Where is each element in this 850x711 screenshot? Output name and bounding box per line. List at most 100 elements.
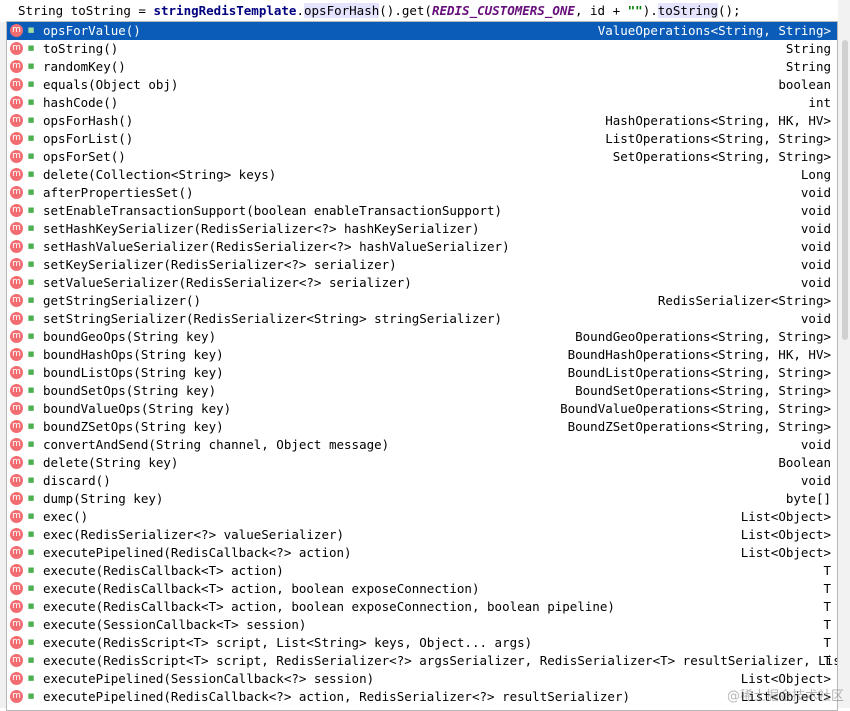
code-text: . — [296, 3, 304, 18]
completion-item[interactable]: m ■ getStringSerializer() RedisSerializer<S… — [7, 292, 837, 310]
public-visibility-icon: ■ — [27, 242, 35, 250]
completion-signature: setValueSerializer(RedisSerializer<?> se… — [43, 275, 412, 290]
completion-item[interactable]: m ■ execute(RedisScript<T> script, RedisSe… — [7, 652, 837, 670]
code-method: toString — [657, 3, 718, 18]
completion-signature: boundSetOps(String key) — [43, 383, 217, 398]
method-icon: m — [10, 60, 23, 73]
completion-return-type: BoundValueOperations<String, String> — [560, 401, 831, 416]
code-text: String toString = — [18, 3, 154, 18]
method-icon: m — [10, 618, 23, 631]
code-text: ().get( — [379, 3, 432, 18]
completion-item[interactable]: m ■ opsForList() ListOperations<String, Str… — [7, 130, 837, 148]
completion-item[interactable]: m ■ randomKey() String — [7, 58, 837, 76]
public-visibility-icon: ■ — [27, 26, 35, 34]
completion-signature: opsForHash() — [43, 113, 134, 128]
completion-signature: exec() — [43, 509, 89, 524]
completion-item[interactable]: m ■ execute(RedisScript<T> script, List<St… — [7, 634, 837, 652]
method-icon: m — [10, 636, 23, 649]
completion-item[interactable]: m ■ boundHashOps(String key) BoundHashOpera… — [7, 346, 837, 364]
public-visibility-icon: ■ — [27, 314, 35, 322]
completion-item[interactable]: m ■ opsForHash() HashOperations<String, HK,… — [7, 112, 837, 130]
method-icon: m — [10, 294, 23, 307]
completion-item[interactable]: m ■ setHashValueSerializer(RedisSerializer… — [7, 238, 837, 256]
public-visibility-icon: ■ — [27, 422, 35, 430]
public-visibility-icon: ■ — [27, 476, 35, 484]
method-icon: m — [10, 132, 23, 145]
public-visibility-icon: ■ — [27, 638, 35, 646]
completion-signature: equals(Object obj) — [43, 77, 179, 92]
completion-item[interactable]: m ■ opsForValue() ValueOperations<String, S… — [7, 22, 837, 40]
completion-item[interactable]: m ■ delete(String key) Boolean — [7, 454, 837, 472]
completion-item[interactable]: m ■ equals(Object obj) boolean — [7, 76, 837, 94]
completion-item[interactable]: m ■ execute(RedisCallback<T> action) T — [7, 562, 837, 580]
completion-item[interactable]: m ■ boundSetOps(String key) BoundSetOperati… — [7, 382, 837, 400]
completion-signature: setKeySerializer(RedisSerializer<?> seri… — [43, 257, 397, 272]
completion-signature: setEnableTransactionSupport(boolean enab… — [43, 203, 503, 218]
completion-return-type: boolean — [778, 77, 831, 92]
completion-item[interactable]: m ■ executePipelined(SessionCallback<?> se… — [7, 670, 837, 688]
completion-item[interactable]: m ■ exec() List<Object> — [7, 508, 837, 526]
method-icon: m — [10, 420, 23, 433]
completion-signature: boundValueOps(String key) — [43, 401, 232, 416]
method-icon: m — [10, 384, 23, 397]
completion-return-type: ValueOperations<String, String> — [597, 23, 831, 38]
completion-signature: executePipelined(RedisCallback<?> action… — [43, 545, 352, 560]
completion-item[interactable]: m ■ boundListOps(String key) BoundListOpera… — [7, 364, 837, 382]
completion-signature: setHashValueSerializer(RedisSerializer<?… — [43, 239, 510, 254]
completion-signature: toString() — [43, 41, 119, 56]
scrollbar-thumb[interactable] — [842, 40, 848, 340]
public-visibility-icon: ■ — [27, 332, 35, 340]
completion-item[interactable]: m ■ execute(RedisCallback<T> action, boole… — [7, 580, 837, 598]
completion-return-type: void — [800, 275, 831, 290]
completion-return-type: T — [823, 599, 831, 614]
completion-item[interactable]: m ■ executePipelined(RedisCallback<?> acti… — [7, 544, 837, 562]
completion-item[interactable]: m ■ setStringSerializer(RedisSerializer<St… — [7, 310, 837, 328]
completion-item[interactable]: m ■ exec(RedisSerializer<?> valueSerialize… — [7, 526, 837, 544]
completion-return-type: BoundHashOperations<String, HK, HV> — [567, 347, 831, 362]
method-icon: m — [10, 150, 23, 163]
public-visibility-icon: ■ — [27, 458, 35, 466]
completion-item[interactable]: m ■ setValueSerializer(RedisSerializer<?> … — [7, 274, 837, 292]
completion-item[interactable]: m ■ toString() String — [7, 40, 837, 58]
completion-signature: delete(String key) — [43, 455, 179, 470]
completion-item[interactable]: m ■ execute(RedisCallback<T> action, boole… — [7, 598, 837, 616]
completion-item[interactable]: m ■ boundZSetOps(String key) BoundZSetOpera… — [7, 418, 837, 436]
completion-signature: setHashKeySerializer(RedisSerializer<?> … — [43, 221, 480, 236]
code-method: opsForHash — [304, 3, 380, 18]
code-text: , id + — [574, 3, 628, 18]
completion-item[interactable]: m ■ setKeySerializer(RedisSerializer<?> se… — [7, 256, 837, 274]
completion-return-type: ListOperations<String, String> — [605, 131, 831, 146]
method-icon: m — [10, 366, 23, 379]
completion-item[interactable]: m ■ boundGeoOps(String key) BoundGeoOperati… — [7, 328, 837, 346]
public-visibility-icon: ■ — [27, 584, 35, 592]
completion-signature: execute(RedisScript<T> script, List<Stri… — [43, 635, 533, 650]
public-visibility-icon: ■ — [27, 296, 35, 304]
completion-item[interactable]: m ■ discard() void — [7, 472, 837, 490]
completion-signature: afterPropertiesSet() — [43, 185, 194, 200]
completion-item[interactable]: m ■ executePipelined(RedisCallback<?> acti… — [7, 688, 837, 706]
completion-item[interactable]: m ■ setEnableTransactionSupport(boolean en… — [7, 202, 837, 220]
public-visibility-icon: ■ — [27, 224, 35, 232]
method-icon: m — [10, 168, 23, 181]
method-icon: m — [10, 582, 23, 595]
completion-return-type: byte[] — [785, 491, 831, 506]
completion-item[interactable]: m ■ setHashKeySerializer(RedisSerializer<?… — [7, 220, 837, 238]
completion-item[interactable]: m ■ convertAndSend(String channel, Object … — [7, 436, 837, 454]
editor-code-line[interactable]: String toString = stringRedisTemplate.op… — [0, 0, 850, 22]
completion-return-type: String — [785, 59, 831, 74]
completion-signature: boundListOps(String key) — [43, 365, 224, 380]
completion-item[interactable]: m ■ hashCode() int — [7, 94, 837, 112]
completion-item[interactable]: m ■ boundValueOps(String key) BoundValueOpe… — [7, 400, 837, 418]
completion-item[interactable]: m ■ execute(SessionCallback<T> session) T — [7, 616, 837, 634]
completion-return-type: void — [800, 239, 831, 254]
public-visibility-icon: ■ — [27, 350, 35, 358]
method-icon: m — [10, 276, 23, 289]
completion-return-type: HashOperations<String, HK, HV> — [605, 113, 831, 128]
public-visibility-icon: ■ — [27, 386, 35, 394]
completion-item[interactable]: m ■ afterPropertiesSet() void — [7, 184, 837, 202]
completion-item[interactable]: m ■ dump(String key) byte[] — [7, 490, 837, 508]
method-icon: m — [10, 474, 23, 487]
completion-popup[interactable]: m ■ opsForValue() ValueOperations<String, S… — [6, 21, 838, 711]
completion-item[interactable]: m ■ delete(Collection<String> keys) Long — [7, 166, 837, 184]
completion-item[interactable]: m ■ opsForSet() SetOperations<String, Strin… — [7, 148, 837, 166]
